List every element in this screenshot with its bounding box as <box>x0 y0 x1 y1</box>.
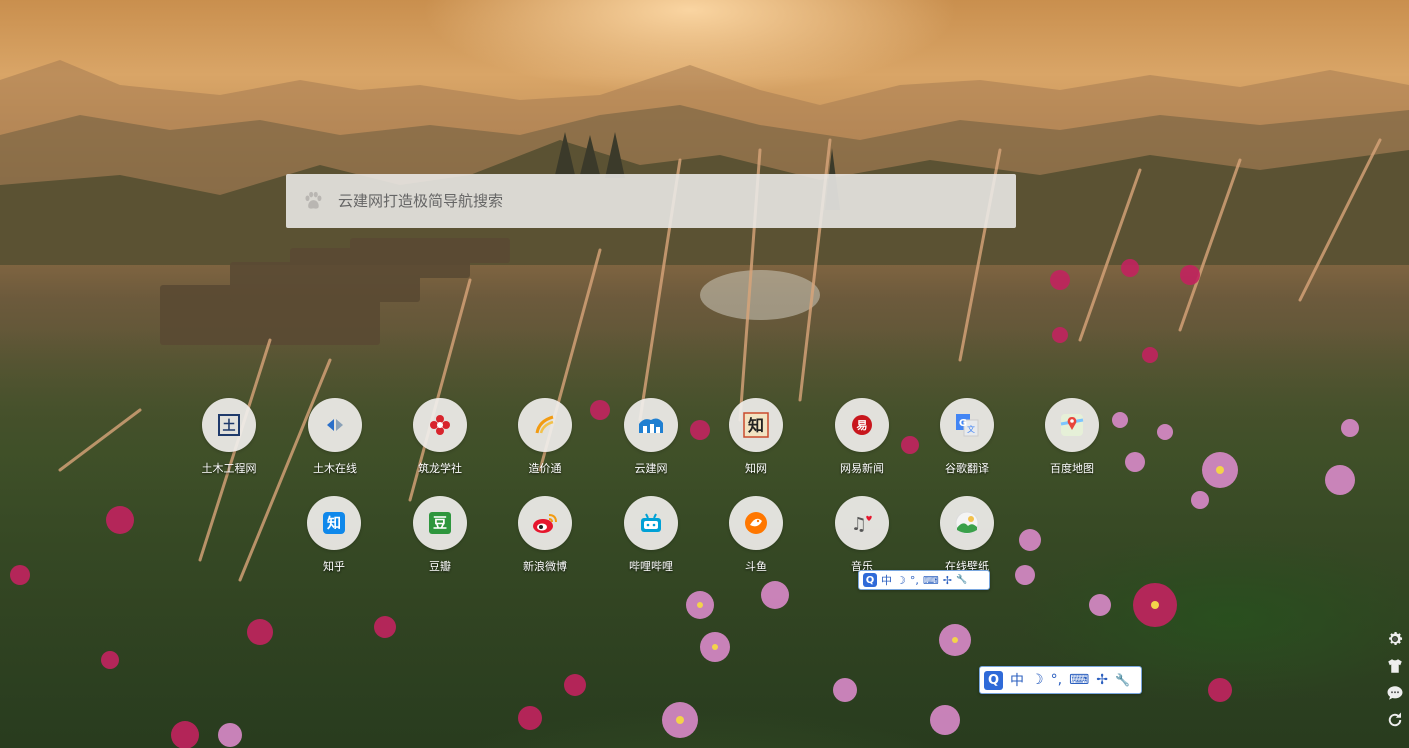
shortcut-label: 土木工程网 <box>201 462 257 475</box>
ime-moon-icon[interactable]: ☽ <box>896 574 906 587</box>
music-glyph: ♫ <box>851 514 867 535</box>
douban-glyph: 豆 <box>433 516 447 532</box>
bilibili-icon <box>624 496 678 550</box>
side-toolbar <box>1386 630 1406 738</box>
music-icon: ♫ <box>835 496 889 550</box>
ime-logo-icon[interactable]: Q <box>863 573 877 587</box>
ime-tool-icon[interactable]: 🔧 <box>1115 673 1130 687</box>
shortcut-douyu[interactable]: 斗鱼 <box>706 496 806 574</box>
ime-keyboard-icon[interactable]: ⌨ <box>1069 672 1089 688</box>
shortcut-label: 造价通 <box>528 462 562 475</box>
shortcut-yunjianwang[interactable]: 云建网 <box>601 398 701 476</box>
shortcut-zhihu[interactable]: 知 知乎 <box>284 496 384 574</box>
netease-news-icon: 易 <box>835 398 889 452</box>
ime-punctuation-icon[interactable]: °, <box>1051 672 1062 688</box>
zhihu-icon: 知 <box>307 496 361 550</box>
tumu-zaixian-icon <box>308 398 362 452</box>
douyu-icon <box>729 496 783 550</box>
ime-keyboard-icon[interactable]: ⌨ <box>923 574 939 587</box>
ime-tool-icon[interactable]: 🔧 <box>956 575 967 585</box>
refresh-icon[interactable] <box>1386 711 1404 729</box>
yunjianwang-icon <box>624 398 678 452</box>
shortcut-weibo[interactable]: 新浪微博 <box>495 496 595 574</box>
ime-moon-icon[interactable]: ☽ <box>1031 672 1044 688</box>
ime-mode-toggle[interactable]: 中 <box>881 572 892 588</box>
tumu-gongcheng-icon: 土 <box>202 398 256 452</box>
shortcut-label: 斗鱼 <box>745 560 767 573</box>
shortcut-music[interactable]: ♫ 音乐 <box>812 496 912 574</box>
shortcut-zaojiatong[interactable]: 造价通 <box>495 398 595 476</box>
baidu-map-icon <box>1045 398 1099 452</box>
settings-gear-icon[interactable] <box>1386 630 1404 648</box>
ime-separator-icon[interactable]: ✢ <box>943 574 952 587</box>
shortcut-baidu-map[interactable]: 百度地图 <box>1022 398 1122 476</box>
shortcut-label: 新浪微博 <box>523 560 567 573</box>
douban-icon: 豆 <box>413 496 467 550</box>
shortcut-label: 豆瓣 <box>429 560 451 573</box>
grass-and-flowers <box>10 132 1382 748</box>
cnki-icon: 知 <box>729 398 783 452</box>
shortcut-zhulong[interactable]: 筑龙学社 <box>390 398 490 476</box>
zaojiatong-icon <box>518 398 572 452</box>
google-translate-icon: G文 <box>940 398 994 452</box>
ime-punctuation-icon[interactable]: °, <box>910 574 919 587</box>
shortcut-label: 知网 <box>745 462 767 475</box>
shortcut-wallpaper[interactable]: 在线壁纸 <box>917 496 1017 574</box>
shortcut-tumu-gongcheng[interactable]: 土 土木工程网 <box>179 398 279 476</box>
zhihu-glyph: 知 <box>327 515 341 532</box>
ime-mode-toggle[interactable]: 中 <box>1010 670 1024 690</box>
svg-text:文: 文 <box>967 424 975 434</box>
svg-text:G: G <box>959 418 967 429</box>
shortcut-douban[interactable]: 豆 豆瓣 <box>390 496 490 574</box>
shortcut-label: 云建网 <box>634 462 668 475</box>
shortcut-label: 百度地图 <box>1050 462 1094 475</box>
shortcut-label: 土木在线 <box>313 462 357 475</box>
shortcut-netease-news[interactable]: 易 网易新闻 <box>812 398 912 476</box>
zhulong-icon <box>413 398 467 452</box>
shortcut-bilibili[interactable]: 哔哩哔哩 <box>601 496 701 574</box>
shortcut-label: 筑龙学社 <box>418 462 462 475</box>
shortcut-tumu-zaixian[interactable]: 土木在线 <box>285 398 385 476</box>
wallpaper-icon <box>940 496 994 550</box>
netease-glyph: 易 <box>857 419 868 432</box>
weibo-icon <box>518 496 572 550</box>
shortcut-cnki[interactable]: 知 知网 <box>706 398 806 476</box>
search-input[interactable] <box>336 173 1016 229</box>
shortcut-google-translate[interactable]: G文 谷歌翻译 <box>917 398 1017 476</box>
shortcut-label: 谷歌翻译 <box>945 462 989 475</box>
cnki-glyph: 知 <box>748 416 764 435</box>
tumu-glyph: 土 <box>222 418 235 434</box>
ime-separator-icon[interactable]: ✢ <box>1096 672 1108 688</box>
ime-toolbar-large[interactable]: Q 中 ☽ °, ⌨ ✢ 🔧 <box>979 666 1142 694</box>
wallpaper-background <box>0 0 1409 748</box>
paw-icon <box>305 191 322 209</box>
skin-shirt-icon[interactable] <box>1386 657 1404 675</box>
shortcut-label: 哔哩哔哩 <box>629 560 673 573</box>
ime-logo-icon[interactable]: Q <box>984 670 1003 690</box>
feedback-chat-icon[interactable] <box>1386 684 1404 702</box>
ime-toolbar-small[interactable]: Q 中 ☽ °, ⌨ ✢ 🔧 <box>858 570 990 590</box>
shortcut-label: 网易新闻 <box>840 462 884 475</box>
shortcut-label: 知乎 <box>323 560 345 573</box>
search-bar[interactable] <box>286 173 1016 229</box>
